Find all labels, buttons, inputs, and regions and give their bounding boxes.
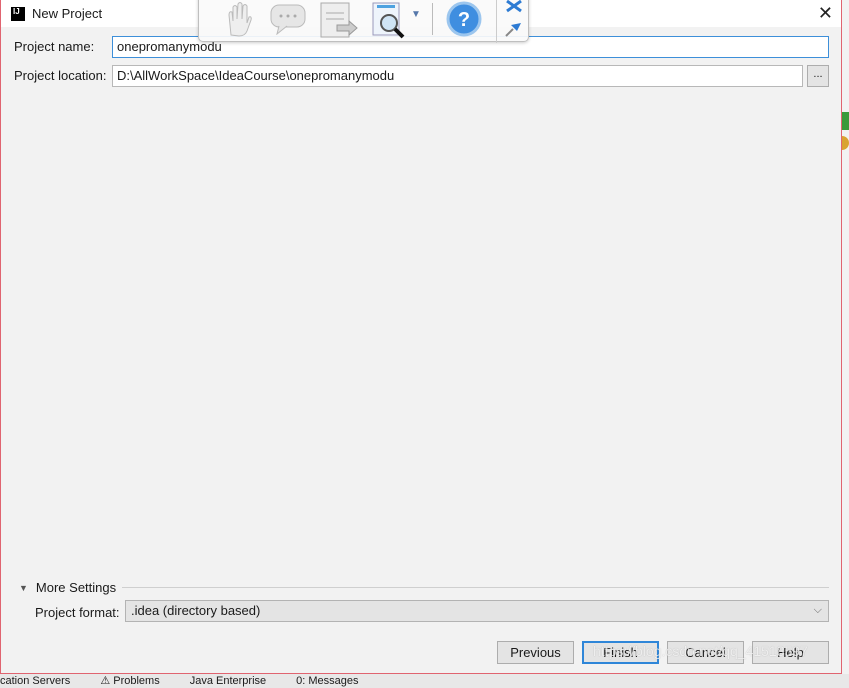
project-format-value: .idea (directory based) [131, 603, 261, 618]
ide-background [841, 0, 849, 688]
help-icon[interactable]: ? [445, 0, 483, 38]
project-name-label: Project name: [14, 39, 95, 54]
divider [122, 587, 829, 588]
status-item[interactable]: ⚠ Problems [100, 674, 159, 688]
toolbar-separator [496, 0, 497, 43]
cancel-button[interactable]: Cancel [667, 641, 744, 664]
dropdown-arrow-icon[interactable]: ▼ [411, 9, 421, 20]
new-project-dialog: IJ New Project ✕ Project name: oneproman… [0, 0, 842, 674]
browse-button[interactable]: ... [807, 65, 829, 87]
hand-icon[interactable] [223, 1, 253, 37]
comment-icon[interactable] [269, 1, 307, 35]
close-icon[interactable]: ✕ [818, 3, 833, 24]
finish-button[interactable]: Finish [582, 641, 659, 664]
close-icon[interactable] [503, 0, 525, 13]
previous-button[interactable]: Previous [497, 641, 574, 664]
status-item[interactable]: Java Enterprise [190, 674, 266, 688]
ide-status-bar: cation Servers ⚠ Problems Java Enterpris… [0, 674, 849, 688]
dialog-title: New Project [32, 6, 103, 21]
search-document-icon[interactable] [371, 1, 411, 41]
toolbar-separator [432, 3, 433, 35]
collapse-triangle-icon: ▼ [19, 582, 28, 593]
project-location-input[interactable]: D:\AllWorkSpace\IdeaCourse\onepromanymod… [112, 65, 803, 87]
project-location-label: Project location: [14, 68, 107, 83]
export-document-icon[interactable] [319, 1, 359, 39]
chevron-down-icon: ⌵ [813, 604, 822, 616]
status-item[interactable]: cation Servers [0, 674, 70, 688]
floating-toolbar: ▼ ? [198, 0, 529, 43]
more-settings-label: More Settings [35, 580, 117, 595]
pin-icon[interactable] [503, 17, 525, 39]
project-format-select[interactable]: .idea (directory based) ⌵ [125, 600, 829, 622]
status-item[interactable]: 0: Messages [296, 674, 358, 688]
more-settings-toggle[interactable]: ▼ More Settings [19, 580, 829, 595]
intellij-logo-icon: IJ [11, 6, 25, 21]
svg-text:?: ? [458, 9, 470, 31]
project-format-label: Project format: [35, 605, 120, 620]
help-button[interactable]: Help [752, 641, 829, 664]
